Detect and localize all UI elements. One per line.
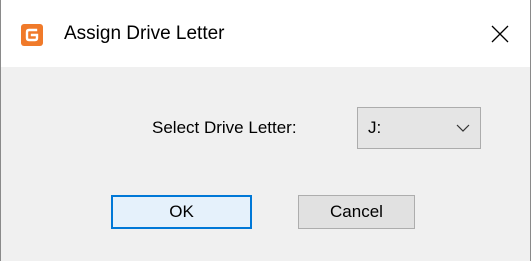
drive-letter-select[interactable]: J: <box>357 107 481 149</box>
close-button[interactable] <box>470 0 530 67</box>
title-bar: Assign Drive Letter <box>1 0 530 67</box>
window-title: Assign Drive Letter <box>64 23 225 44</box>
chevron-down-icon <box>456 124 470 132</box>
dialog-content: Select Drive Letter: J: OK Cancel <box>1 67 530 261</box>
close-icon <box>491 25 509 42</box>
app-icon <box>21 24 43 46</box>
assign-drive-letter-dialog: Assign Drive Letter Select Drive Letter:… <box>0 0 531 261</box>
ok-button[interactable]: OK <box>111 195 252 229</box>
drive-letter-label: Select Drive Letter: <box>152 118 297 137</box>
drive-letter-value: J: <box>368 118 382 137</box>
cancel-button[interactable]: Cancel <box>298 195 415 229</box>
